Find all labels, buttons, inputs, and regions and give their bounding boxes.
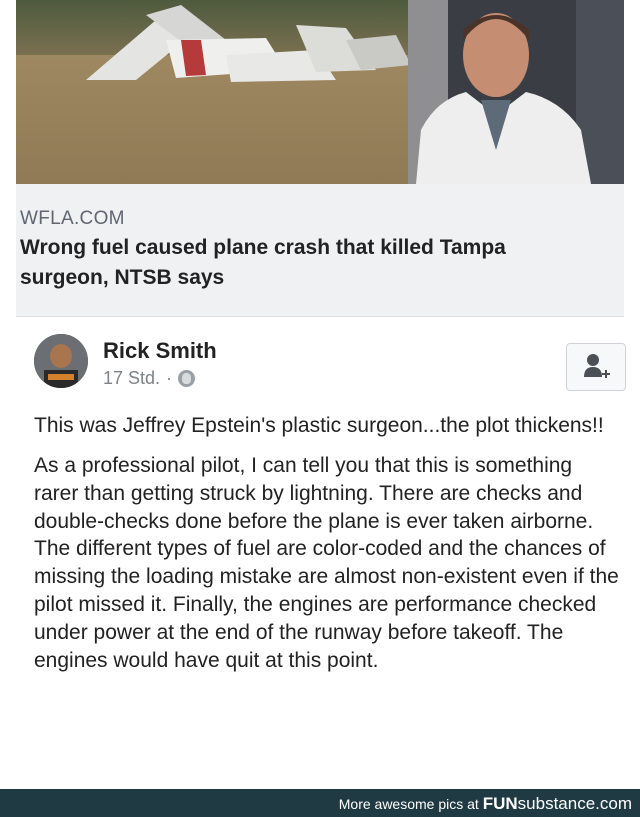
author-name[interactable]: Rick Smith [103, 338, 217, 364]
add-friend-icon [584, 354, 610, 378]
watermark-prefix: More awesome pics at [338, 796, 479, 812]
post-text: This was Jeffrey Epstein's plastic surge… [34, 412, 620, 686]
plane-crash-photo [16, 0, 624, 184]
watermark-brand-rest: substance.com [517, 794, 632, 813]
add-friend-button[interactable] [566, 343, 626, 391]
post-paragraph: This was Jeffrey Epstein's plastic surge… [34, 414, 604, 437]
link-headline[interactable]: Wrong fuel caused plane crash that kille… [20, 233, 600, 293]
article-image[interactable] [16, 0, 624, 184]
link-domain: WFLA.COM [20, 208, 125, 229]
avatar[interactable] [34, 334, 88, 388]
watermark-bar: More awesome pics at FUNsubstance.com [0, 789, 640, 817]
meta-separator: · [166, 368, 173, 388]
post-paragraph: As a professional pilot, I can tell you … [34, 454, 619, 672]
avatar-photo [34, 334, 88, 388]
post-meta: 17 Std. · [103, 368, 196, 389]
globe-icon [178, 370, 196, 387]
watermark-text: More awesome pics at FUNsubstance.com [339, 794, 632, 814]
post-time[interactable]: 17 Std. [103, 368, 160, 389]
watermark-brand-bold: FUN [482, 794, 518, 813]
